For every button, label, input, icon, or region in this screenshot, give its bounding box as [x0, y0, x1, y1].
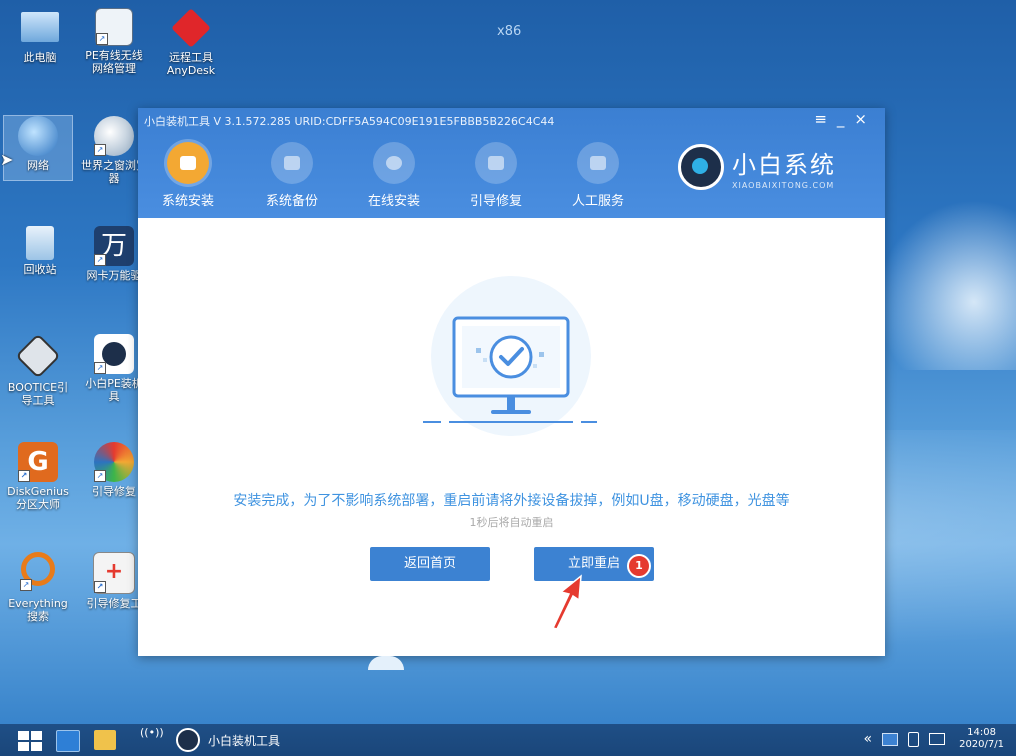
tab-label: 引导修复: [469, 194, 522, 209]
desktop-icon-everything[interactable]: ↗ Everything搜索: [4, 552, 72, 623]
system-tray: « 14:08 2020/7/1: [864, 727, 1005, 751]
tab-manual-service[interactable]: 人工服务: [560, 142, 636, 209]
brand-subtitle: XIAOBAIXITONG.COM: [732, 180, 835, 190]
desktop-icon-pe-network[interactable]: ↗ PE有线无线网络管理: [80, 8, 148, 75]
mouse-cursor-icon: ➤: [0, 150, 14, 169]
install-complete-illustration: [423, 276, 597, 436]
desktop-icon-bootice[interactable]: BOOTICE引导工具: [4, 333, 72, 407]
minimize-button[interactable]: _: [837, 110, 855, 128]
taskbar-app-label: 小白装机工具: [208, 733, 281, 748]
taskbar-app-xiaobai[interactable]: 小白装机工具: [176, 728, 280, 752]
tab-system-backup[interactable]: 系统备份: [254, 142, 330, 209]
desktop-icon-label: 此电脑: [23, 51, 57, 64]
desktop-icon-diskgenius[interactable]: G ↗ DiskGenius分区大师: [4, 442, 72, 511]
tab-label: 人工服务: [571, 194, 624, 209]
backup-icon: [271, 142, 313, 184]
clock[interactable]: 14:08 2020/7/1: [959, 727, 1004, 751]
pinwheel-icon: ↗: [94, 442, 134, 482]
computer-icon: [21, 12, 59, 42]
desktop-icon-recycle-bin[interactable]: 回收站: [6, 226, 74, 276]
floppy-disk-icon: [15, 333, 61, 379]
globe-network-icon: [18, 116, 58, 156]
window-controls: ≡_×: [814, 110, 877, 128]
tab-online-install[interactable]: 在线安装: [356, 142, 432, 209]
wallpaper-cloud-small: [368, 656, 404, 670]
close-button[interactable]: ×: [854, 110, 877, 128]
desktop-icon-label: BOOTICE引导工具: [7, 381, 69, 407]
back-home-button[interactable]: 返回首页: [370, 547, 490, 581]
desktop-icon-label: PE有线无线网络管理: [85, 49, 143, 75]
usb-tray-icon[interactable]: [908, 731, 920, 747]
recycle-bin-icon: [26, 226, 54, 260]
menu-button[interactable]: ≡: [814, 110, 837, 128]
install-icon: [167, 142, 209, 184]
step-badge: 1: [627, 554, 651, 578]
brand: 小白系统 XIAOBAIXITONG.COM: [678, 144, 836, 190]
folder-icon[interactable]: [94, 730, 116, 750]
start-button[interactable]: [18, 731, 42, 751]
taskbar: ((•)) 小白装机工具 « 14:08 2020/7/1: [0, 724, 1016, 756]
restart-countdown: 1秒后将自动重启: [469, 516, 554, 529]
desktop-icon-label: 回收站: [23, 263, 57, 276]
brand-name: 小白系统: [732, 150, 836, 179]
diskgenius-icon: G ↗: [18, 442, 58, 482]
tab-label: 系统备份: [265, 194, 318, 209]
xiaobai-logo-icon: [678, 144, 724, 190]
desktop-icon-this-pc[interactable]: 此电脑: [6, 8, 74, 64]
network-tray-icon[interactable]: ((•)): [140, 726, 164, 739]
xiaobai-logo-icon: [176, 728, 200, 752]
desktop-icon-label: DiskGenius分区大师: [7, 485, 69, 511]
xiaobai-logo-icon: ↗: [94, 334, 134, 374]
window-header: 小白装机工具 V 3.1.572.285 URID:CDFF5A594C09E1…: [138, 108, 885, 218]
pointer-arrow-icon: [551, 574, 582, 630]
tab-label: 在线安装: [367, 194, 420, 209]
first-aid-kit-icon: + ↗: [93, 552, 135, 594]
clock-date: 2020/7/1: [959, 739, 1004, 750]
install-complete-message: 安装完成，为了不影响系统部署，重启前请将外接设备拔掉，例如U盘，移动硬盘，光盘等: [233, 493, 790, 509]
tab-system-install[interactable]: 系统安装: [150, 142, 226, 209]
keyboard-tray-icon[interactable]: [929, 733, 946, 745]
download-icon: [373, 142, 415, 184]
anydesk-icon: [171, 8, 211, 48]
app-window: 小白装机工具 V 3.1.572.285 URID:CDFF5A594C09E1…: [138, 108, 885, 656]
wan-driver-icon: 万 ↗: [94, 226, 134, 266]
window-title: 小白装机工具 V 3.1.572.285 URID:CDFF5A594C09E1…: [144, 115, 555, 128]
wallpaper-cloud: [876, 200, 1016, 370]
browser-globe-icon: ↗: [94, 116, 134, 156]
desktop-icon-label: Everything搜索: [8, 597, 68, 623]
desktop-icon-anydesk[interactable]: 远程工具AnyDesk: [157, 8, 225, 77]
magnifier-icon: ↗: [20, 552, 55, 591]
tray-expand-icon[interactable]: «: [864, 731, 873, 747]
desktop-view-icon[interactable]: [56, 730, 80, 752]
toolbox-icon: [475, 142, 517, 184]
tab-label: 系统安装: [161, 194, 214, 209]
monitor-tray-icon[interactable]: [882, 732, 899, 746]
desktop-icon-label: 远程工具AnyDesk: [166, 51, 216, 77]
chat-bubble-icon: [577, 142, 619, 184]
desktop-icon-network[interactable]: 网络: [3, 115, 73, 181]
clock-time: 14:08: [967, 727, 996, 738]
desktop-icon-label: 网络: [27, 159, 49, 172]
tab-boot-repair[interactable]: 引导修复: [458, 142, 534, 209]
network-topology-icon: ↗: [95, 8, 133, 46]
